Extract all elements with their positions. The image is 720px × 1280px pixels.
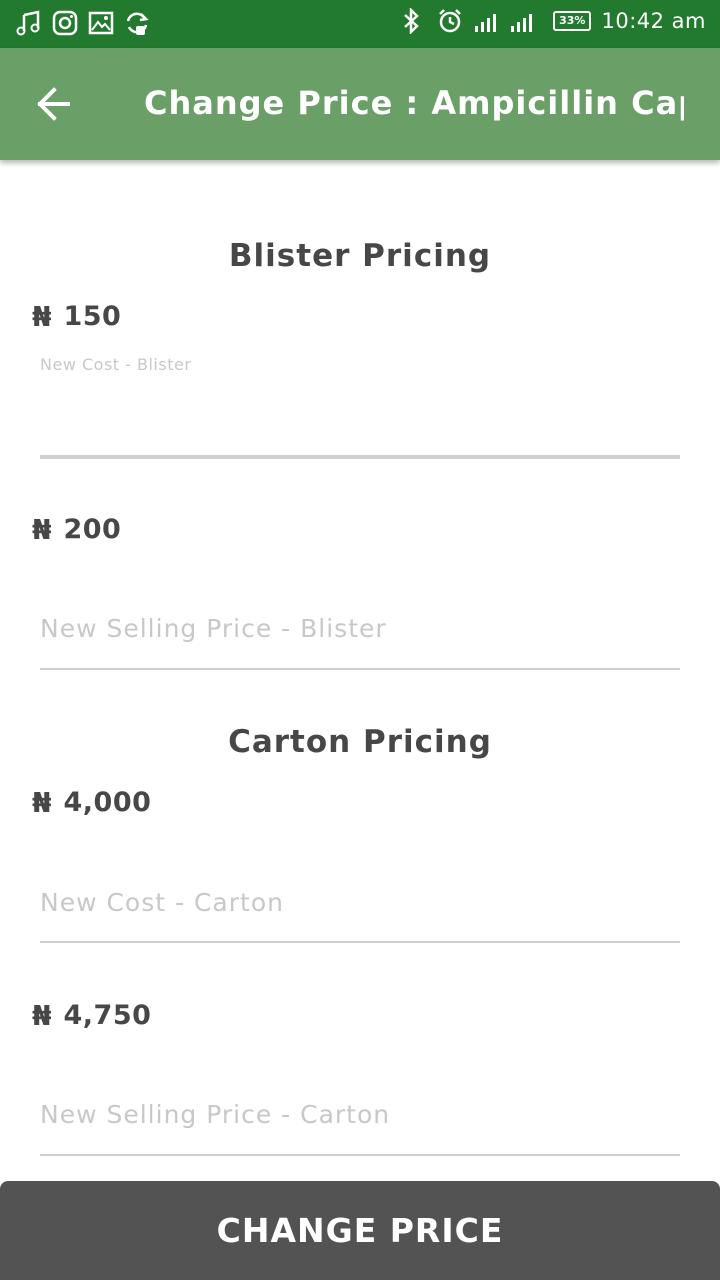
app-bar: Change Price : Ampicillin Cap...	[0, 48, 720, 160]
blister-current-cost: ₦ 150	[32, 300, 121, 333]
blister-selling-value: 200	[63, 514, 122, 545]
naira-icon: ₦	[32, 513, 52, 546]
new-cost-carton-field[interactable]	[40, 888, 680, 943]
bluetooth-icon	[401, 6, 427, 36]
carton-selling-value: 4,750	[63, 1000, 152, 1031]
instagram-icon	[52, 10, 78, 36]
new-selling-blister-input[interactable]	[40, 614, 680, 643]
status-bar: 33% 10:42 am	[0, 0, 720, 48]
alarm-icon	[437, 8, 463, 34]
new-selling-blister-field[interactable]	[40, 614, 680, 670]
naira-icon: ₦	[32, 999, 52, 1032]
naira-icon: ₦	[32, 300, 52, 333]
arrow-left-icon	[37, 87, 70, 121]
notification-icons	[16, 10, 150, 36]
naira-icon: ₦	[32, 786, 52, 819]
blister-cost-value: 150	[63, 301, 122, 332]
music-note-icon	[16, 10, 42, 36]
system-indicators: 33% 10:42 am	[401, 6, 706, 36]
carton-section-title: Carton Pricing	[228, 724, 492, 760]
carton-current-selling: ₦ 4,750	[32, 999, 151, 1032]
back-button[interactable]	[30, 82, 80, 126]
sync-icon	[124, 10, 150, 36]
new-selling-carton-field[interactable]	[40, 1100, 680, 1156]
signal-icon	[473, 8, 543, 34]
battery-indicator: 33%	[553, 11, 592, 31]
new-cost-blister-label: New Cost - Blister	[40, 355, 192, 374]
image-icon	[88, 10, 114, 36]
blister-current-selling: ₦ 200	[32, 513, 121, 546]
new-cost-blister-field[interactable]: New Cost - Blister	[40, 355, 680, 459]
page-title: Change Price : Ampicillin Cap...	[144, 84, 684, 122]
change-price-button[interactable]: CHANGE PRICE	[0, 1181, 720, 1280]
carton-current-cost: ₦ 4,000	[32, 786, 151, 819]
new-cost-carton-input[interactable]	[40, 888, 680, 917]
clock: 10:42 am	[601, 9, 706, 33]
blister-section-title: Blister Pricing	[228, 238, 492, 274]
carton-cost-value: 4,000	[63, 787, 152, 818]
new-cost-blister-input[interactable]	[40, 411, 680, 440]
new-selling-carton-input[interactable]	[40, 1100, 680, 1129]
